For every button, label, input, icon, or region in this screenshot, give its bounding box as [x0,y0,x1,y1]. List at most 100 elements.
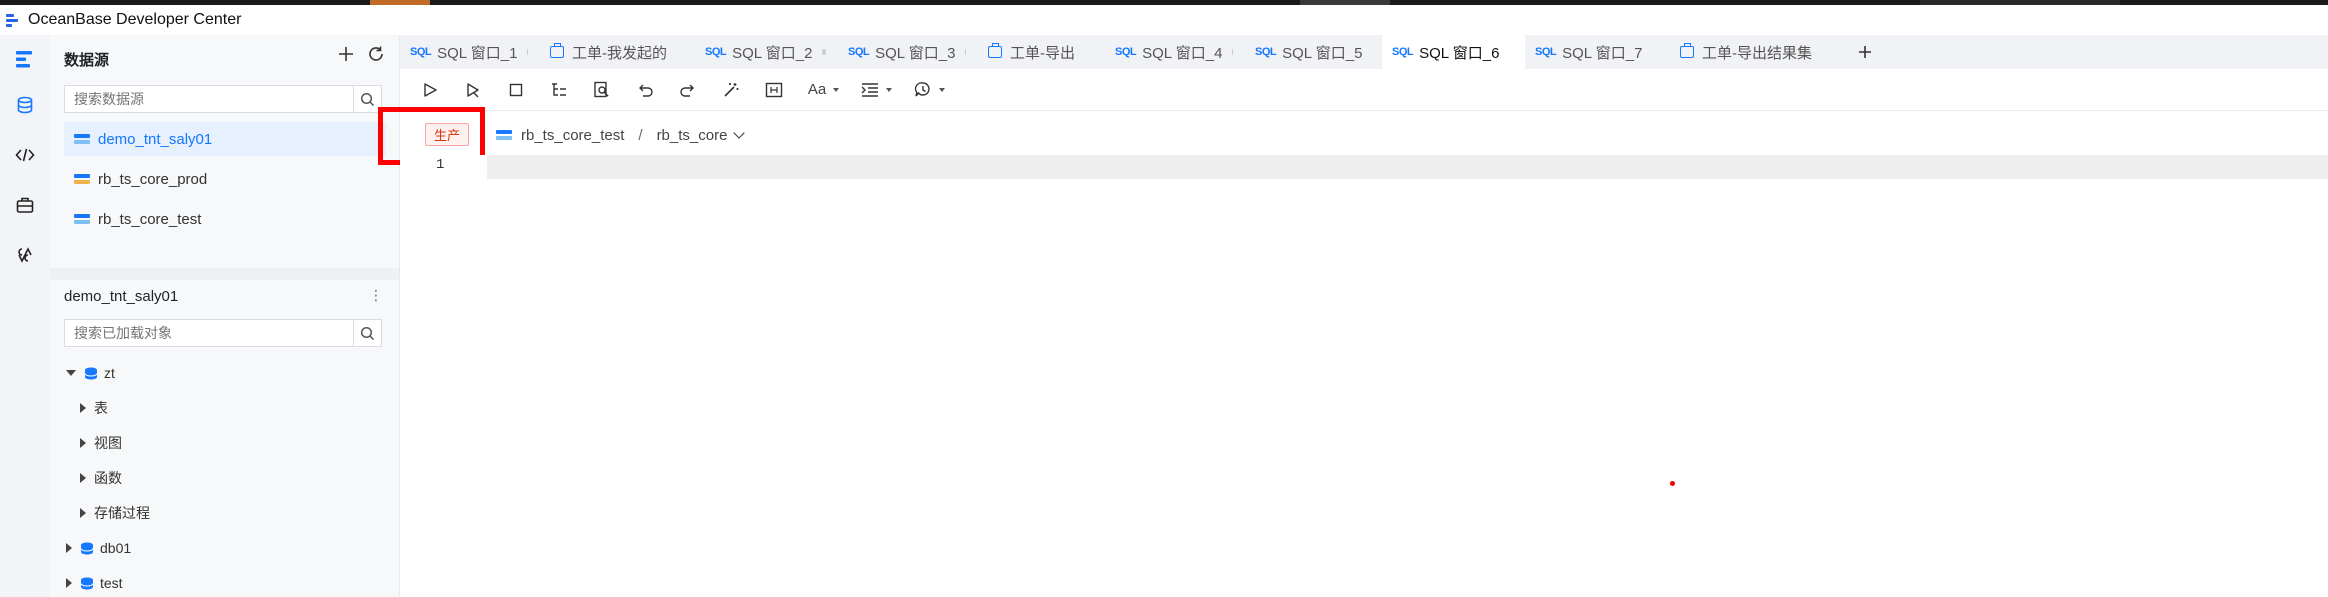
database-icon[interactable] [12,92,38,118]
chevron-down-icon [833,87,839,92]
tree-node-label: db01 [100,540,132,556]
editor-toolbar: Aa [400,69,2328,111]
tab-label: SQL 窗口_4 [1142,44,1223,62]
tab-label: SQL 窗口_7 [1562,44,1643,62]
more-icon[interactable]: ⋮ [369,287,383,304]
tree-node-folder[interactable]: 表 [80,397,108,419]
tab-sql-window-1[interactable]: SQL SQL 窗口_1 [400,35,540,69]
tab-sql-window-7[interactable]: SQL SQL 窗口_7 [1525,35,1670,69]
tree-node-folder[interactable]: 存储过程 [80,502,150,524]
app-title: OceanBase Developer Center [28,11,242,28]
refresh-icon[interactable] [367,45,385,68]
tab-ticket-export[interactable]: 工单-导出 [978,35,1105,69]
indent-icon[interactable] [856,76,892,104]
undo-icon[interactable] [631,76,659,104]
database-icon [80,577,94,589]
tab-sql-window-4[interactable]: SQL SQL 窗口_4 [1105,35,1245,69]
connection-context-bar: 生产 rb_ts_core_test / rb_ts_core [400,112,2328,155]
tree-node-database[interactable]: test [66,572,123,594]
db-panel-title: demo_tnt_saly01 [64,288,179,305]
chevron-down-icon [886,87,892,92]
tree-node-database[interactable]: db01 [66,537,131,559]
connection-selector[interactable]: rb_ts_core_test [521,127,624,144]
tab-label: SQL 窗口_6 [1419,44,1500,62]
caret-right-icon[interactable] [80,508,86,518]
sql-icon: SQL [1255,46,1277,58]
find-icon[interactable] [588,76,616,104]
tree-node-label: zt [104,365,115,381]
editor-tab-bar: SQL SQL 窗口_1 工单-我发起的 SQL SQL 窗口_2 SQL SQ… [400,35,2328,69]
datasource-item[interactable]: rb_ts_core_test [64,202,386,236]
tree-node-folder[interactable]: 函数 [80,467,122,489]
search-icon[interactable] [353,320,381,346]
tab-sql-window-5[interactable]: SQL SQL 窗口_5 [1245,35,1382,69]
datasource-search-input[interactable] [65,86,353,112]
tab-ticket-mine[interactable]: 工单-我发起的 [540,35,695,69]
connection-icon [74,133,90,145]
add-icon[interactable] [337,45,355,68]
unsaved-dot-icon [527,49,528,55]
tree-node-database[interactable]: zt [66,362,115,384]
stop-icon[interactable] [502,76,530,104]
database-icon [84,367,98,379]
current-line-highlight [487,155,2328,179]
tab-label: 工单-导出结果集 [1702,44,1812,62]
chevron-down-icon[interactable] [733,126,746,139]
tab-sql-window-2[interactable]: SQL SQL 窗口_2 [695,35,838,69]
caret-right-icon[interactable] [80,438,86,448]
tab-sql-window-3[interactable]: SQL SQL 窗口_3 [838,35,978,69]
caret-down-icon[interactable] [66,370,76,376]
tree-node-label: test [100,575,123,591]
run-icon[interactable] [416,76,444,104]
add-tab-button[interactable] [1845,35,1885,69]
datasource-search [64,85,382,113]
chevron-down-icon [939,87,945,92]
redo-icon[interactable] [674,76,702,104]
caret-right-icon[interactable] [66,578,72,588]
tree-node-folder[interactable]: 视图 [80,432,122,454]
tab-label: SQL 窗口_5 [1282,44,1363,62]
ticket-icon[interactable] [12,192,38,218]
sql-icon: SQL [1535,46,1557,58]
snippet-icon[interactable] [760,76,788,104]
ticket-icon [550,43,564,58]
database-icon [80,542,94,554]
logo-icon[interactable] [12,46,38,72]
datasource-sidebar: 数据源 demo_tnt_saly01 rb_ts_core_prod rb_t… [50,35,400,597]
run-selection-icon[interactable] [459,76,487,104]
app-logo-icon [6,13,20,27]
activity-bar [0,35,50,597]
connection-icon [496,129,512,141]
connection-icon [74,213,90,225]
plan-icon[interactable] [545,76,573,104]
tab-label: SQL 窗口_3 [875,44,956,62]
tab-sql-window-6[interactable]: SQL SQL 窗口_6 [1382,35,1525,69]
sidebar-title: 数据源 [64,52,110,69]
case-icon[interactable]: Aa [803,76,839,104]
tree-node-label: 函数 [94,470,122,486]
search-icon[interactable] [353,86,381,112]
toggle-comment-icon[interactable] [909,76,945,104]
sql-editor[interactable]: 1 [400,155,2328,597]
sql-icon: SQL [705,46,727,58]
object-search [64,319,382,347]
datasource-item[interactable]: demo_tnt_saly01 [64,122,386,156]
unsaved-dot-icon [822,49,826,55]
caret-right-icon[interactable] [66,543,72,553]
ticket-icon [988,43,1002,58]
code-icon[interactable] [12,142,38,168]
plugin-icon[interactable] [12,242,38,268]
datasource-label: rb_ts_core_test [98,210,202,228]
caret-right-icon[interactable] [80,473,86,483]
beautify-icon[interactable] [717,76,745,104]
database-selector[interactable]: rb_ts_core [657,127,728,144]
datasource-label: rb_ts_core_prod [98,170,208,188]
caret-right-icon[interactable] [80,403,86,413]
datasource-label: demo_tnt_saly01 [98,130,213,148]
sql-icon: SQL [848,46,870,58]
tab-ticket-export-results[interactable]: 工单-导出结果集 [1670,35,1845,69]
datasource-item[interactable]: rb_ts_core_prod [64,162,386,196]
panel-divider[interactable] [50,268,399,280]
object-search-input[interactable] [65,320,353,346]
sql-icon: SQL [1115,46,1137,58]
